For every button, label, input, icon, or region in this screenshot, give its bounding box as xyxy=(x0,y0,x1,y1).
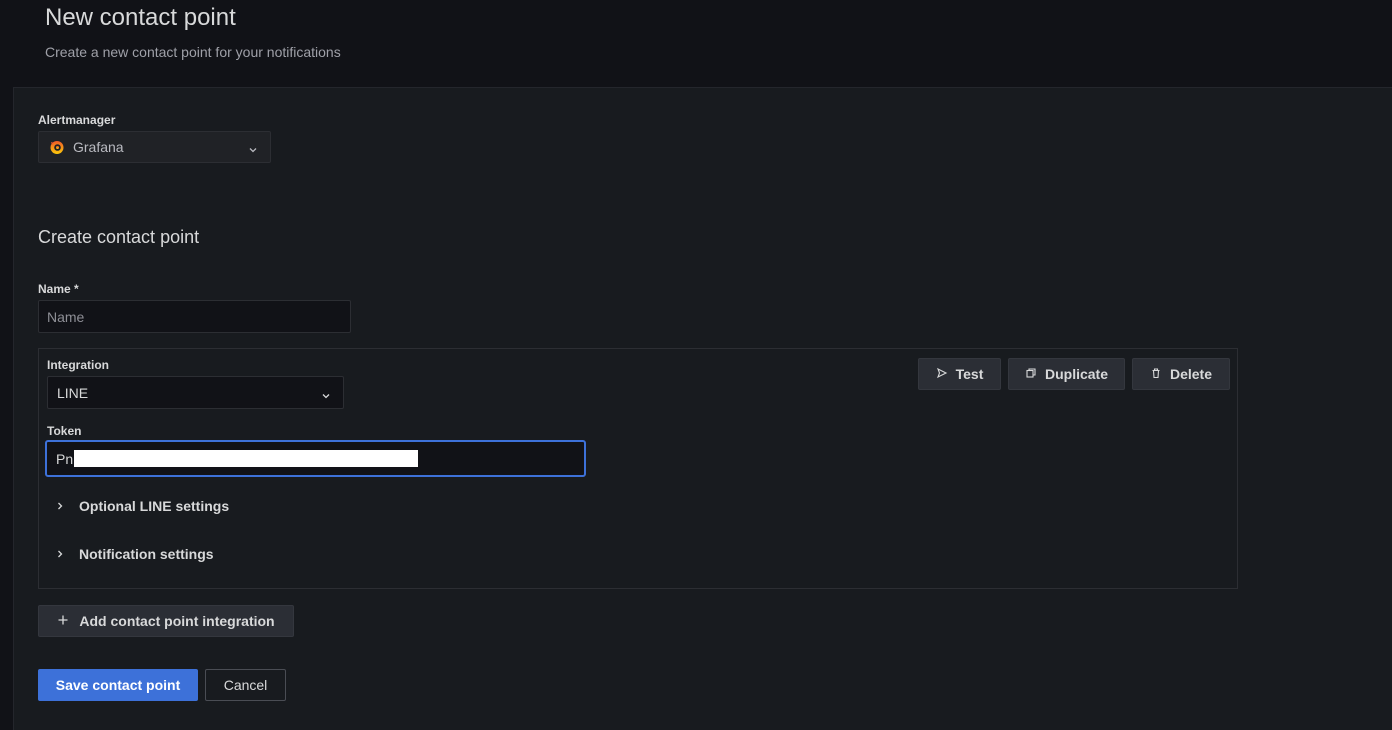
add-integration-button[interactable]: Add contact point integration xyxy=(38,605,294,637)
token-input[interactable]: Pn xyxy=(45,440,586,477)
section-title: Create contact point xyxy=(38,227,200,247)
chevron-right-icon xyxy=(55,546,65,562)
name-label: Name * xyxy=(38,282,79,296)
chevron-down-icon xyxy=(248,142,258,153)
main-content: Alertmanager Grafana Create contact poin… xyxy=(13,87,1392,730)
integration-panel: Integration LINE Test Duplicate Delete T… xyxy=(38,348,1238,589)
optional-line-settings-label: Optional LINE settings xyxy=(79,498,230,514)
integration-selected: LINE xyxy=(57,384,89,401)
optional-line-settings-toggle[interactable]: Optional LINE settings xyxy=(55,498,229,514)
delete-button[interactable]: Delete xyxy=(1132,358,1230,390)
duplicate-button-label: Duplicate xyxy=(1044,366,1108,382)
token-label: Token xyxy=(47,424,82,438)
test-button-label: Test xyxy=(955,366,984,382)
notification-settings-toggle[interactable]: Notification settings xyxy=(55,546,214,562)
page-subtitle: Create a new contact point for your noti… xyxy=(45,44,341,60)
token-value: Pn xyxy=(56,450,74,467)
send-icon xyxy=(936,366,948,382)
chevron-right-icon xyxy=(55,498,65,514)
alertmanager-selected: Grafana xyxy=(73,139,124,155)
notification-settings-label: Notification settings xyxy=(79,546,214,562)
name-input[interactable] xyxy=(38,300,351,333)
duplicate-button[interactable]: Duplicate xyxy=(1008,358,1125,390)
copy-icon xyxy=(1025,366,1037,382)
plus-icon xyxy=(57,613,69,629)
page-header: New contact point Create a new contact p… xyxy=(0,0,1392,88)
delete-button-label: Delete xyxy=(1169,366,1213,382)
integration-label: Integration xyxy=(47,358,109,372)
add-integration-label: Add contact point integration xyxy=(79,613,275,629)
page-title: New contact point xyxy=(45,4,236,31)
save-contact-point-button[interactable]: Save contact point xyxy=(38,669,198,701)
alertmanager-select[interactable]: Grafana xyxy=(38,131,271,163)
redacted-token xyxy=(74,450,419,467)
cancel-button[interactable]: Cancel xyxy=(205,669,286,701)
chevron-down-icon xyxy=(321,388,331,398)
alertmanager-label: Alertmanager xyxy=(38,113,116,127)
integration-select[interactable]: LINE xyxy=(47,376,344,409)
trash-icon xyxy=(1150,366,1162,382)
grafana-logo-icon xyxy=(49,139,65,155)
test-button[interactable]: Test xyxy=(918,358,1001,390)
